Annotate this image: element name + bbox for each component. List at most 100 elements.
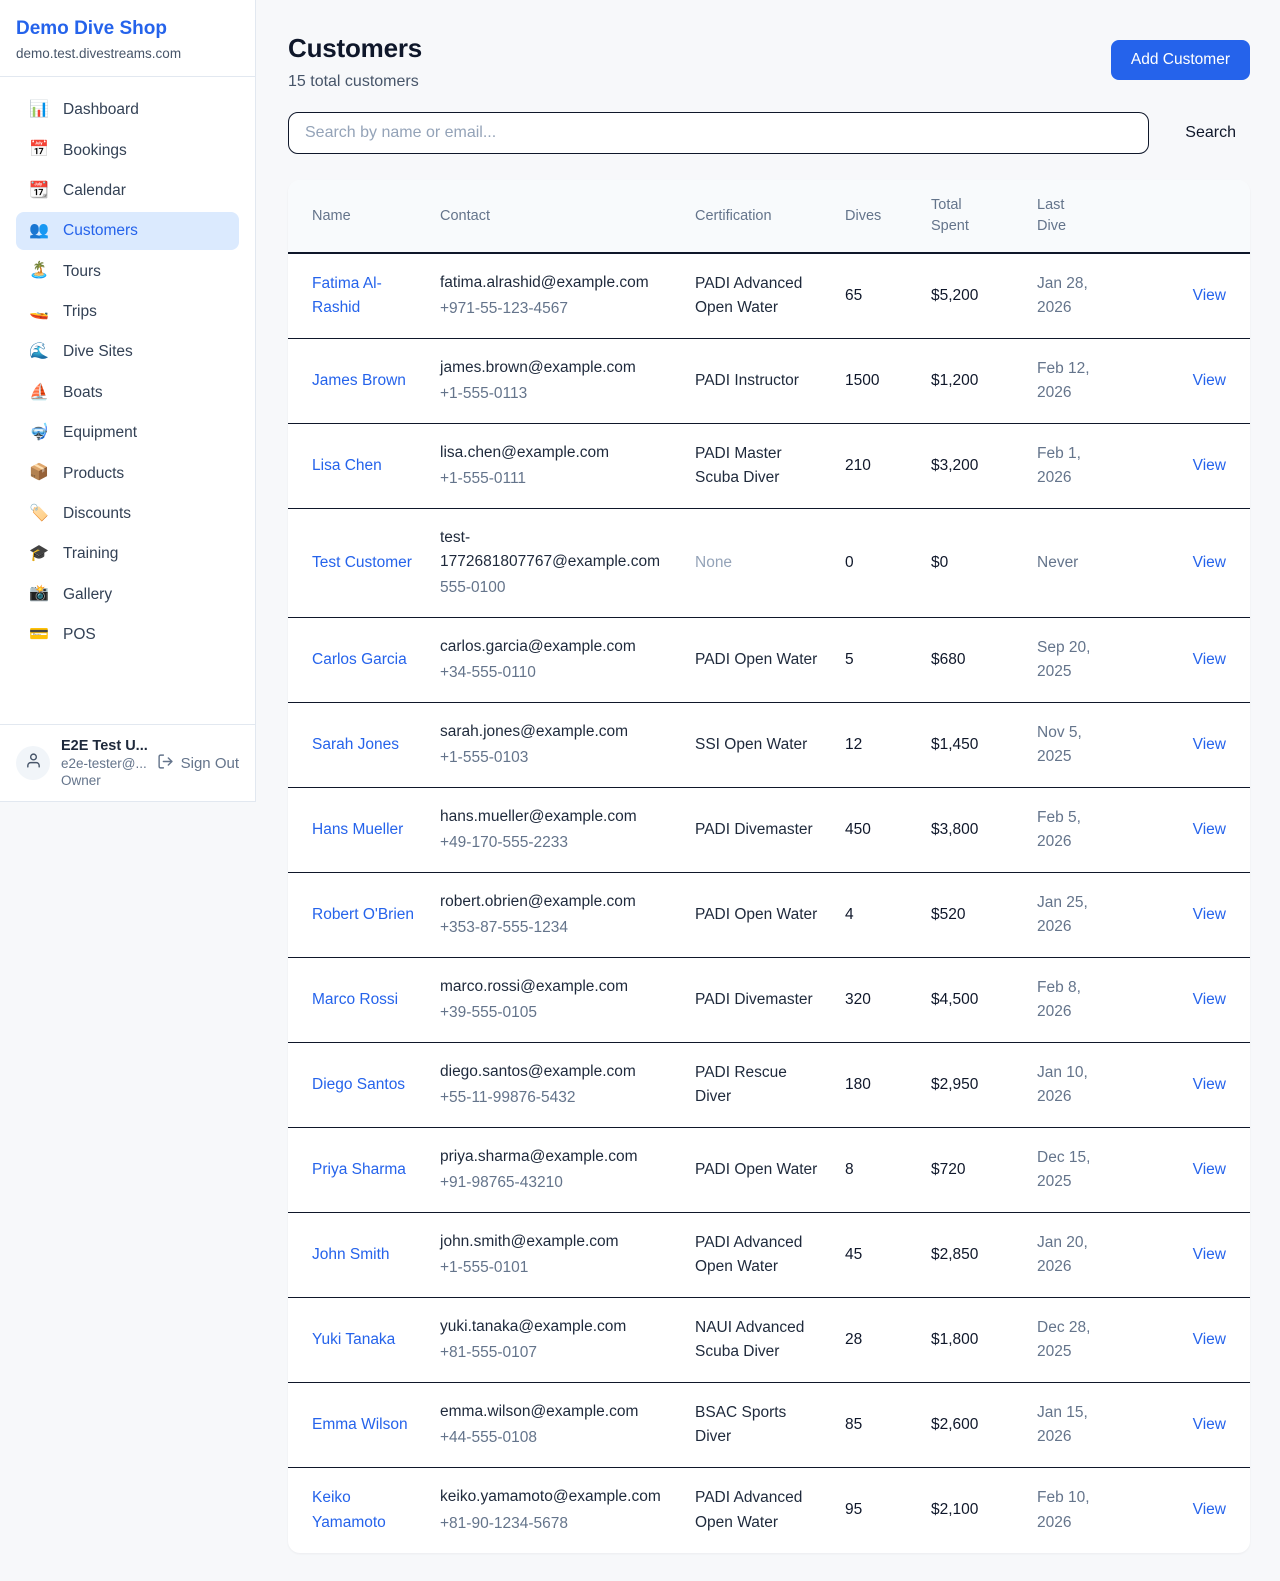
camera-icon: 📸 — [28, 583, 50, 605]
customer-email: priya.sharma@example.com — [440, 1145, 671, 1169]
customer-last-dive: Nov 5, 2025 — [1037, 724, 1082, 765]
sidebar-item-bookings[interactable]: 📅 Bookings — [16, 131, 239, 169]
sidebar-item-customers[interactable]: 👥 Customers — [16, 212, 239, 250]
customer-last-dive: Jan 15, 2026 — [1037, 1404, 1088, 1445]
view-customer-link[interactable]: View — [1193, 821, 1226, 838]
customer-dives: 65 — [845, 287, 862, 304]
view-customer-link[interactable]: View — [1193, 457, 1226, 474]
sidebar-item-dive-sites[interactable]: 🌊 Dive Sites — [16, 333, 239, 371]
sign-out-button[interactable]: Sign Out — [157, 753, 239, 774]
sidebar-item-tours[interactable]: 🏝️ Tours — [16, 252, 239, 290]
user-email: e2e-tester@... — [61, 756, 146, 771]
wave-icon: 🌊 — [28, 341, 50, 363]
sign-out-label: Sign Out — [181, 755, 239, 772]
column-header-total-spent: Total Spent — [919, 180, 1025, 253]
customer-last-dive: Jan 10, 2026 — [1037, 1064, 1088, 1105]
bar-chart-icon: 📊 — [28, 99, 50, 121]
column-header-name: Name — [288, 180, 428, 253]
customer-name-link[interactable]: Hans Mueller — [312, 821, 403, 838]
table-row: John Smith john.smith@example.com +1-555… — [288, 1213, 1250, 1298]
sidebar-item-discounts[interactable]: 🏷️ Discounts — [16, 495, 239, 533]
credit-card-icon: 💳 — [28, 624, 50, 646]
table-row: Test Customer test-1772681807767@example… — [288, 509, 1250, 618]
customer-total-spent: $2,100 — [931, 1501, 978, 1518]
view-customer-link[interactable]: View — [1193, 1501, 1226, 1518]
person-icon — [25, 752, 42, 774]
customer-name-link[interactable]: Test Customer — [312, 554, 412, 571]
customer-certification: PADI Master Scuba Diver — [695, 445, 782, 486]
speedboat-icon: 🚤 — [28, 301, 50, 323]
sidebar-item-trips[interactable]: 🚤 Trips — [16, 293, 239, 331]
customer-total-spent: $0 — [931, 554, 948, 571]
customer-last-dive: Feb 1, 2026 — [1037, 445, 1081, 486]
customer-certification: PADI Advanced Open Water — [695, 275, 802, 316]
customer-name-link[interactable]: Robert O'Brien — [312, 906, 414, 923]
customer-phone: +1-555-0103 — [440, 746, 671, 770]
add-customer-button[interactable]: Add Customer — [1111, 40, 1250, 80]
customer-total-spent: $720 — [931, 1161, 965, 1178]
customers-table: NameContactCertificationDivesTotal Spent… — [288, 180, 1250, 1553]
sidebar-item-training[interactable]: 🎓 Training — [16, 535, 239, 573]
view-customer-link[interactable]: View — [1193, 906, 1226, 923]
sidebar-item-equipment[interactable]: 🤿 Equipment — [16, 414, 239, 452]
customer-name-link[interactable]: Keiko Yamamoto — [312, 1489, 386, 1530]
view-customer-link[interactable]: View — [1193, 1161, 1226, 1178]
customer-last-dive: Jan 20, 2026 — [1037, 1234, 1088, 1275]
sidebar-item-pos[interactable]: 💳 POS — [16, 616, 239, 654]
customer-name-link[interactable]: Marco Rossi — [312, 991, 398, 1008]
view-customer-link[interactable]: View — [1193, 651, 1226, 668]
view-customer-link[interactable]: View — [1193, 1331, 1226, 1348]
sidebar-item-calendar[interactable]: 📆 Calendar — [16, 172, 239, 210]
customer-certification: PADI Open Water — [695, 906, 817, 923]
calendar-icon: 📆 — [28, 180, 50, 202]
main-content: Customers 15 total customers Add Custome… — [256, 0, 1280, 1581]
user-role: Owner — [61, 773, 146, 788]
customer-total-spent: $3,200 — [931, 457, 978, 474]
customer-name-link[interactable]: Sarah Jones — [312, 736, 399, 753]
sidebar-item-dashboard[interactable]: 📊 Dashboard — [16, 91, 239, 129]
customer-name-link[interactable]: Fatima Al-Rashid — [312, 275, 382, 316]
customer-certification: BSAC Sports Diver — [695, 1404, 786, 1445]
view-customer-link[interactable]: View — [1193, 1246, 1226, 1263]
view-customer-link[interactable]: View — [1193, 554, 1226, 571]
search-button[interactable]: Search — [1171, 116, 1250, 150]
customer-email: robert.obrien@example.com — [440, 890, 671, 914]
customer-total-spent: $2,600 — [931, 1416, 978, 1433]
customer-name-link[interactable]: Priya Sharma — [312, 1161, 406, 1178]
customer-dives: 320 — [845, 991, 871, 1008]
view-customer-link[interactable]: View — [1193, 1076, 1226, 1093]
view-customer-link[interactable]: View — [1193, 372, 1226, 389]
customer-dives: 95 — [845, 1501, 862, 1518]
column-header-contact: Contact — [428, 180, 683, 253]
page-header: Customers 15 total customers Add Custome… — [288, 33, 1250, 91]
customer-email: marco.rossi@example.com — [440, 975, 671, 999]
search-input[interactable] — [288, 112, 1149, 154]
customer-name-link[interactable]: James Brown — [312, 372, 406, 389]
view-customer-link[interactable]: View — [1193, 736, 1226, 753]
customer-name-link[interactable]: Emma Wilson — [312, 1416, 408, 1433]
customer-name-link[interactable]: Yuki Tanaka — [312, 1331, 395, 1348]
brand-domain: demo.test.divestreams.com — [16, 46, 239, 61]
customer-phone: +91-98765-43210 — [440, 1171, 671, 1195]
customer-dives: 45 — [845, 1246, 862, 1263]
search-bar: Search — [288, 112, 1250, 154]
avatar — [16, 746, 50, 780]
customer-certification: PADI Instructor — [695, 372, 799, 389]
customer-email: keiko.yamamoto@example.com — [440, 1485, 671, 1509]
sidebar-item-products[interactable]: 📦 Products — [16, 454, 239, 492]
view-customer-link[interactable]: View — [1193, 1416, 1226, 1433]
view-customer-link[interactable]: View — [1193, 991, 1226, 1008]
brand: Demo Dive Shop demo.test.divestreams.com — [0, 0, 255, 77]
view-customer-link[interactable]: View — [1193, 287, 1226, 304]
table-row: James Brown james.brown@example.com +1-5… — [288, 339, 1250, 424]
customer-last-dive: Feb 8, 2026 — [1037, 979, 1081, 1020]
sidebar-item-gallery[interactable]: 📸 Gallery — [16, 575, 239, 613]
sidebar-item-boats[interactable]: ⛵ Boats — [16, 374, 239, 412]
customer-total-spent: $680 — [931, 651, 965, 668]
customer-email: diego.santos@example.com — [440, 1060, 671, 1084]
customer-name-link[interactable]: Diego Santos — [312, 1076, 405, 1093]
table-row: Lisa Chen lisa.chen@example.com +1-555-0… — [288, 424, 1250, 509]
customer-name-link[interactable]: Lisa Chen — [312, 457, 382, 474]
customer-name-link[interactable]: Carlos Garcia — [312, 651, 407, 668]
customer-name-link[interactable]: John Smith — [312, 1246, 390, 1263]
